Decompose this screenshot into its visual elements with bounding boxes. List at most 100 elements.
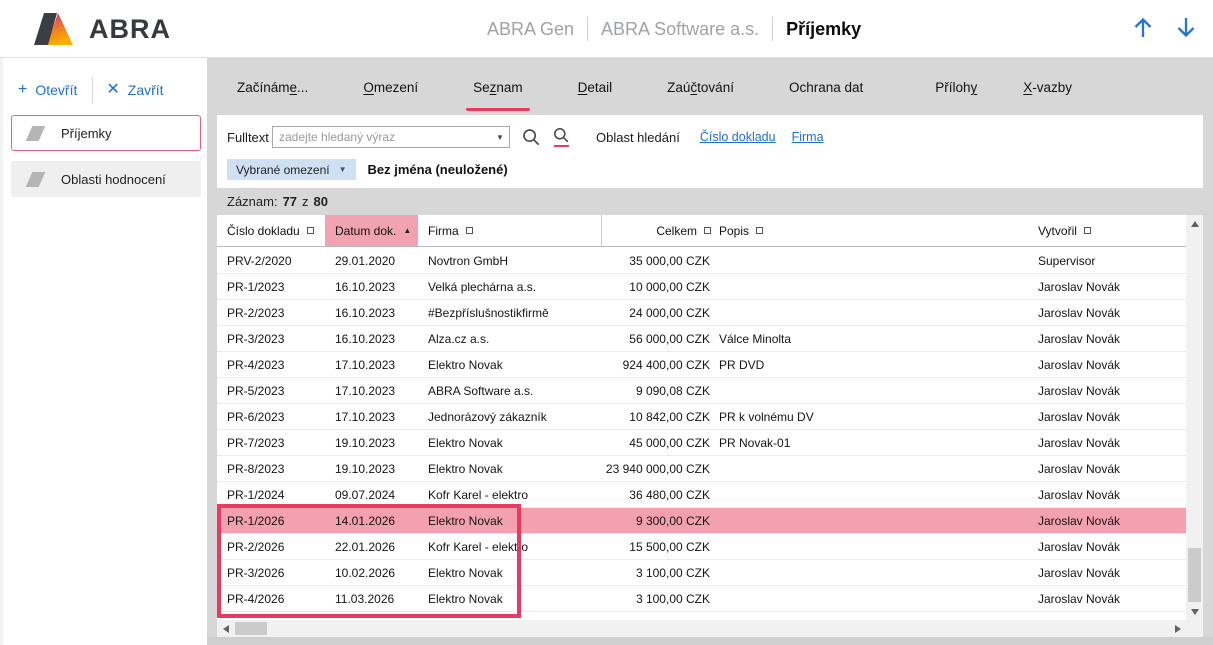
- column-header-celkem[interactable]: Celkem: [602, 215, 714, 246]
- combobox-dropdown-icon[interactable]: ▼: [491, 133, 509, 142]
- tab-ochrana-dat[interactable]: Ochrana dat: [786, 68, 866, 114]
- table-row[interactable]: PRV-2/202029.01.2020Novtron GmbH35 000,0…: [217, 248, 1186, 274]
- column-filter-box[interactable]: [704, 227, 711, 234]
- actions-divider: [92, 77, 93, 103]
- search-scope-label: Oblast hledání: [596, 130, 680, 145]
- receipts-table: Číslo dokladuDatum dok.▲FirmaCelkemPopis…: [217, 215, 1203, 637]
- cell-celkem: 15 500,00 CZK: [602, 534, 714, 559]
- cell-celkem: 56 000,00 CZK: [602, 326, 714, 351]
- cell-vytvoril: Jaroslav Novák: [1036, 586, 1186, 611]
- column-header-cislo-dokladu[interactable]: Číslo dokladu: [217, 215, 325, 246]
- cell-vytvoril: Jaroslav Novák: [1036, 482, 1186, 507]
- close-x-icon: ✕: [106, 82, 119, 98]
- cell-vytvoril: Jaroslav Novák: [1036, 274, 1186, 299]
- cell-vytvoril: Jaroslav Novák: [1036, 352, 1186, 377]
- column-filter-box[interactable]: [466, 227, 473, 234]
- table-header-row: Číslo dokladuDatum dok.▲FirmaCelkemPopis…: [217, 215, 1186, 247]
- app-name: ABRA Gen: [487, 19, 574, 40]
- tab-zauctovani[interactable]: Zaúčtování: [664, 68, 737, 114]
- open-agenda-button[interactable]: + Otevřít: [18, 82, 77, 98]
- sidebar-item-label: Příjemky: [61, 126, 112, 141]
- vertical-scrollbar[interactable]: [1186, 215, 1203, 620]
- column-header-popis[interactable]: Popis: [714, 215, 1036, 246]
- record-navigation: [1130, 0, 1199, 58]
- breadcrumb-divider: [587, 17, 588, 41]
- record-count: Záznam: 77 z 80: [227, 190, 328, 212]
- restriction-name: Bez jména (neuložené): [368, 162, 508, 177]
- cell-datum-dok: 11.03.2026: [325, 586, 418, 611]
- horizontal-scrollbar[interactable]: [217, 620, 1186, 637]
- cell-vytvoril: Jaroslav Novák: [1036, 430, 1186, 455]
- cell-cislo-dokladu: PR-6/2023: [217, 404, 325, 429]
- fulltext-label: Fulltext: [227, 130, 272, 145]
- table-row[interactable]: PR-1/202316.10.2023Velká plechárna a.s.1…: [217, 274, 1186, 300]
- column-header-vytvoril[interactable]: Vytvořil: [1036, 215, 1186, 246]
- triangle-down-icon: [1191, 609, 1199, 615]
- table-row[interactable]: PR-4/202317.10.2023Elektro Novak924 400,…: [217, 352, 1186, 378]
- previous-record-button[interactable]: [1130, 13, 1156, 45]
- tab-seznam[interactable]: Seznam: [470, 68, 526, 114]
- scope-link-cislo-dokladu[interactable]: Číslo dokladu: [700, 130, 776, 144]
- cell-celkem: 924 400,00 CZK: [602, 352, 714, 377]
- fulltext-search-button[interactable]: [553, 127, 570, 148]
- close-agenda-button[interactable]: ✕ Zavřít: [106, 82, 163, 98]
- cell-celkem: 3 100,00 CZK: [602, 586, 714, 611]
- cell-celkem: 35 000,00 CZK: [602, 248, 714, 273]
- sidebar: + Otevřít ✕ Zavřít Příjemky Oblasti hodn…: [0, 58, 207, 645]
- restriction-row: Vybrané omezení ▼ Bez jména (neuložené): [227, 159, 508, 180]
- next-record-button[interactable]: [1173, 13, 1199, 45]
- fulltext-row: Fulltext ▼: [227, 125, 824, 149]
- cell-celkem: 9 300,00 CZK: [602, 508, 714, 533]
- table-row[interactable]: PR-8/202319.10.2023Elektro Novak23 940 0…: [217, 456, 1186, 482]
- cell-cislo-dokladu: PR-2/2026: [217, 534, 325, 559]
- cell-popis: [714, 534, 1036, 559]
- table-row[interactable]: PR-6/202317.10.2023Jednorázový zákazník1…: [217, 404, 1186, 430]
- table-row[interactable]: PR-3/202316.10.2023Alza.cz a.s.56 000,00…: [217, 326, 1186, 352]
- cell-vytvoril: Jaroslav Novák: [1036, 534, 1186, 559]
- cell-datum-dok: 16.10.2023: [325, 300, 418, 325]
- tab-zaciname[interactable]: Začínáme...: [234, 68, 311, 114]
- table-row[interactable]: PR-1/202614.01.2026Elektro Novak9 300,00…: [217, 508, 1186, 534]
- table-body: PRV-2/202029.01.2020Novtron GmbH35 000,0…: [217, 248, 1186, 612]
- column-filter-box[interactable]: [307, 227, 314, 234]
- tab-x-vazby[interactable]: X-vazby: [1020, 68, 1075, 114]
- table-row[interactable]: PR-7/202319.10.2023Elektro Novak45 000,0…: [217, 430, 1186, 456]
- column-header-datum-dok[interactable]: Datum dok.▲: [325, 215, 418, 246]
- cell-datum-dok: 22.01.2026: [325, 534, 418, 559]
- sidebar-item-label: Oblasti hodnocení: [61, 172, 166, 187]
- sidebar-item-prijemky[interactable]: Příjemky: [11, 115, 201, 151]
- horizontal-scrollbar-thumb[interactable]: [235, 622, 267, 635]
- table-row[interactable]: PR-2/202622.01.2026Kofr Karel - elektro1…: [217, 534, 1186, 560]
- cell-celkem: 23 940 000,00 CZK: [602, 456, 714, 481]
- tab-detail[interactable]: Detail: [575, 68, 616, 114]
- scroll-up-button[interactable]: [1186, 215, 1203, 232]
- column-filter-box[interactable]: [1084, 227, 1091, 234]
- record-count-total: 80: [314, 194, 328, 209]
- vertical-scrollbar-thumb[interactable]: [1188, 548, 1201, 602]
- table-row[interactable]: PR-3/202610.02.2026Elektro Novak3 100,00…: [217, 560, 1186, 586]
- column-header-firma[interactable]: Firma: [418, 215, 602, 246]
- scroll-right-button[interactable]: [1169, 620, 1186, 637]
- cell-popis: [714, 482, 1036, 507]
- scroll-down-button[interactable]: [1186, 603, 1203, 620]
- fulltext-combobox[interactable]: ▼: [272, 126, 510, 148]
- tab-omezeni[interactable]: Omezení: [360, 68, 421, 114]
- column-header-label: Vytvořil: [1038, 224, 1077, 238]
- fulltext-input[interactable]: [273, 130, 491, 144]
- column-filter-box[interactable]: [756, 227, 763, 234]
- chevron-down-icon: ▼: [339, 165, 347, 174]
- table-row[interactable]: PR-2/202316.10.2023#Bezpříslušnostikfirm…: [217, 300, 1186, 326]
- sidebar-item-oblasti-hodnoceni[interactable]: Oblasti hodnocení: [11, 161, 201, 197]
- cell-vytvoril: Supervisor: [1036, 248, 1186, 273]
- table-row[interactable]: PR-4/202611.03.2026Elektro Novak3 100,00…: [217, 586, 1186, 612]
- cell-firma: Elektro Novak: [418, 560, 602, 585]
- tab-prilohy[interactable]: Přílohy: [932, 68, 980, 114]
- selected-restriction-dropdown[interactable]: Vybrané omezení ▼: [227, 159, 356, 180]
- scope-link-firma[interactable]: Firma: [792, 130, 824, 144]
- table-row[interactable]: PR-1/202409.07.2024Kofr Karel - elektro3…: [217, 482, 1186, 508]
- scroll-left-button[interactable]: [217, 620, 234, 637]
- cell-popis: PR k volnému DV: [714, 404, 1036, 429]
- search-button[interactable]: [522, 128, 541, 147]
- table-row[interactable]: PR-5/202317.10.2023ABRA Software a.s.9 0…: [217, 378, 1186, 404]
- record-count-current: 77: [283, 194, 297, 209]
